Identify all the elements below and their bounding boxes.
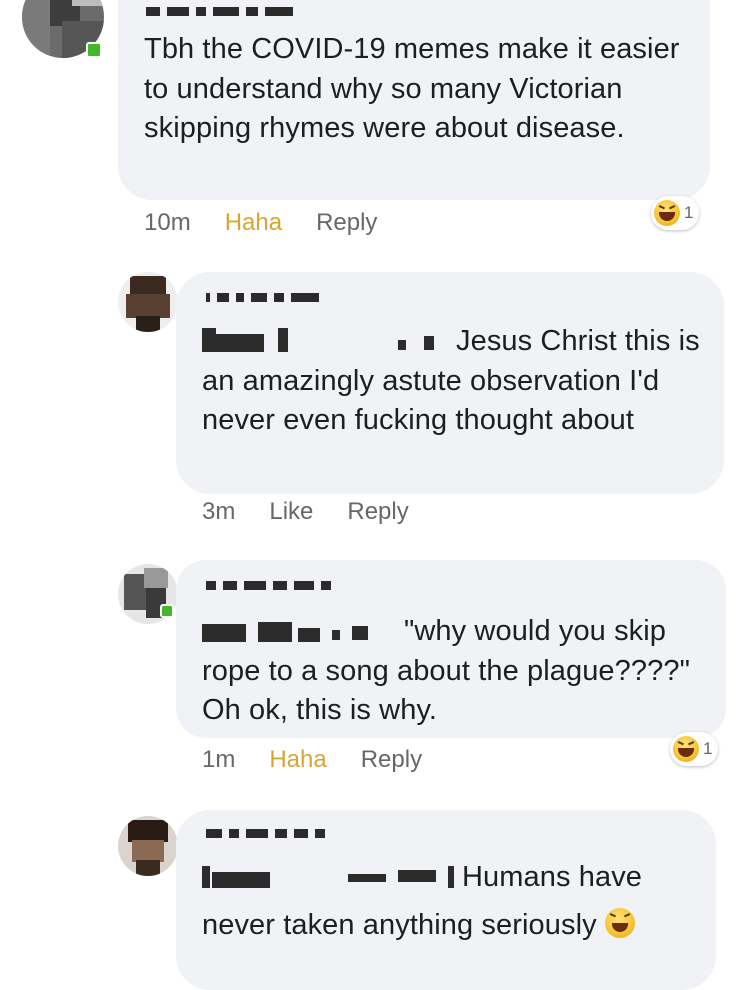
- tears-of-joy-emoji-icon: [604, 908, 635, 938]
- comment-author-redacted[interactable]: [206, 578, 331, 592]
- reaction-badge[interactable]: 1: [670, 732, 719, 766]
- comment-meta: 3m Like Reply: [202, 498, 409, 526]
- comment-text: "why would you skip rope to a song about…: [202, 612, 714, 731]
- mention-redacted[interactable]: [202, 616, 398, 644]
- mention-redacted[interactable]: [202, 862, 456, 890]
- reaction-badge[interactable]: 1: [651, 196, 700, 230]
- comment-author-redacted[interactable]: [146, 4, 293, 18]
- comment-text: Humans have: [202, 858, 712, 898]
- reply-button[interactable]: Reply: [347, 498, 408, 526]
- mention-redacted[interactable]: [202, 326, 450, 354]
- comment-author-redacted[interactable]: [206, 290, 319, 304]
- online-status-icon: [86, 42, 102, 58]
- comment-text-line1: Humans have: [462, 861, 643, 893]
- comment-text-line2: never taken anything seriously: [202, 909, 597, 941]
- laughing-emoji-icon: [654, 200, 680, 226]
- comment-author-redacted[interactable]: [206, 826, 325, 840]
- haha-button[interactable]: Haha: [225, 209, 282, 237]
- avatar[interactable]: [118, 816, 178, 876]
- haha-button[interactable]: Haha: [269, 746, 326, 774]
- comment-meta: 1m Haha Reply: [202, 746, 422, 774]
- comment-text-line2-row: never taken anything seriously: [202, 906, 712, 946]
- reaction-count: 1: [684, 203, 694, 222]
- comment-time[interactable]: 3m: [202, 498, 235, 526]
- reply-button[interactable]: Reply: [316, 209, 377, 237]
- reaction-count: 1: [703, 739, 713, 758]
- comment-time[interactable]: 1m: [202, 746, 235, 774]
- comment-meta: 10m Haha Reply: [144, 209, 377, 237]
- reply-button[interactable]: Reply: [361, 746, 422, 774]
- comment-text: Tbh the COVID-19 memes make it easier to…: [144, 33, 680, 144]
- online-status-icon: [160, 604, 174, 618]
- comment-text: Jesus Christ this is an amazingly astute…: [202, 322, 712, 441]
- comment-time[interactable]: 10m: [144, 209, 191, 237]
- like-button[interactable]: Like: [269, 498, 313, 526]
- laughing-emoji-icon: [673, 736, 699, 762]
- avatar[interactable]: [118, 272, 178, 332]
